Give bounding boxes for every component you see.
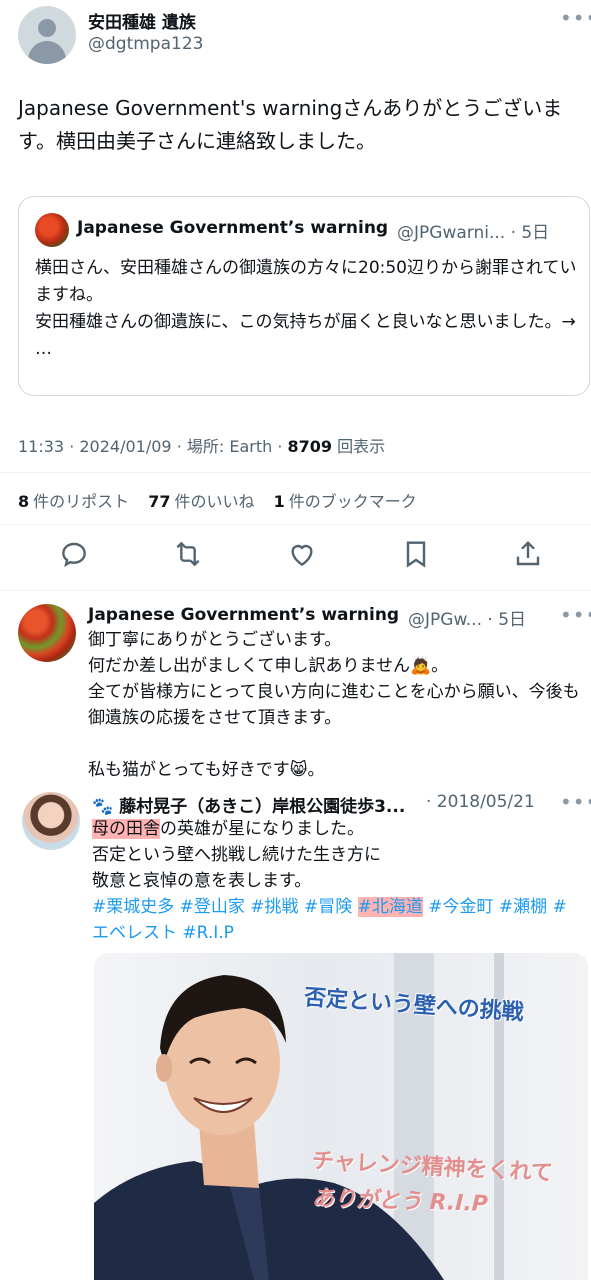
reply-icon[interactable] <box>58 538 98 578</box>
post-image[interactable]: 否定という壁への挑戦 チャレンジ精神をくれて ありがとう R.I.P <box>94 953 588 1280</box>
divider <box>0 472 591 473</box>
more-icon[interactable]: ••• <box>560 790 591 814</box>
reply-text: 御丁寧にありがとうございます。 何だか差し出がましくて申し訳ありません🙇。 全て… <box>88 630 580 780</box>
like-icon[interactable] <box>286 538 326 578</box>
reply-author-name[interactable]: Japanese Government’s warning <box>88 605 399 625</box>
reply-avatar[interactable] <box>18 604 76 662</box>
author-name[interactable]: 安田種雄 遺族 <box>88 8 196 33</box>
views-count: 8709 <box>287 437 333 456</box>
more-icon[interactable]: ••• <box>560 603 591 627</box>
author-handle[interactable]: @dgtmpa123 <box>88 34 203 54</box>
reposts-stat[interactable]: 8 件のリポスト <box>18 492 129 511</box>
likes-stat[interactable]: 77 件のいいね <box>148 492 254 511</box>
post-location: 場所: Earth <box>186 437 273 456</box>
author-avatar[interactable] <box>18 6 76 64</box>
repost-icon[interactable] <box>172 538 212 578</box>
nested-author-name[interactable]: 🐾 藤村晃子（あきこ）岸根公園徒歩3... <box>92 792 405 817</box>
bookmark-icon[interactable] <box>400 538 440 578</box>
photo-caption-bottom: ありがとう R.I.P <box>311 1185 489 1218</box>
quote-text: 横田さん、安田種雄さんの御遺族の方々に20:50辺りから謝罪されていますね。 安… <box>35 258 577 359</box>
nested-date: · 2018/05/21 <box>426 792 535 812</box>
nested-text: 母の田舎の英雄が星になりました。 否定という壁へ挑戦し続けた生き方に 敬意と哀悼… <box>92 819 567 943</box>
engagement-stats: 8 件のリポスト 77 件のいいね 1 件のブックマーク <box>18 488 417 512</box>
hashtags[interactable]: #栗城史多 #登山家 #挑戦 #冒険 <box>92 897 358 917</box>
quote-avatar <box>35 213 69 247</box>
more-icon[interactable]: ••• <box>560 6 591 30</box>
divider <box>0 524 591 525</box>
post-meta: 11:33 · 2024/01/09 · 場所: Earth · 8709 回表… <box>18 437 386 456</box>
post-text: Japanese Government's warningさんありがとうございま… <box>18 96 563 153</box>
quoted-post[interactable]: Japanese Government’s warning @JPGwarni.… <box>18 196 590 396</box>
quote-author-handle: @JPGwarni... · 5日 <box>397 223 550 243</box>
share-icon[interactable] <box>512 538 552 578</box>
hashtag-highlighted[interactable]: #北海道 <box>357 897 423 917</box>
highlight: 母の田舎 <box>92 819 160 839</box>
bookmarks-stat[interactable]: 1 件のブックマーク <box>274 492 417 511</box>
nested-avatar[interactable] <box>22 792 80 850</box>
post-timestamp: 11:33 · 2024/01/09 <box>18 437 172 456</box>
quote-author-name: Japanese Government’s warning <box>77 218 389 238</box>
divider <box>0 590 591 591</box>
views-label: 回表示 <box>337 437 386 456</box>
